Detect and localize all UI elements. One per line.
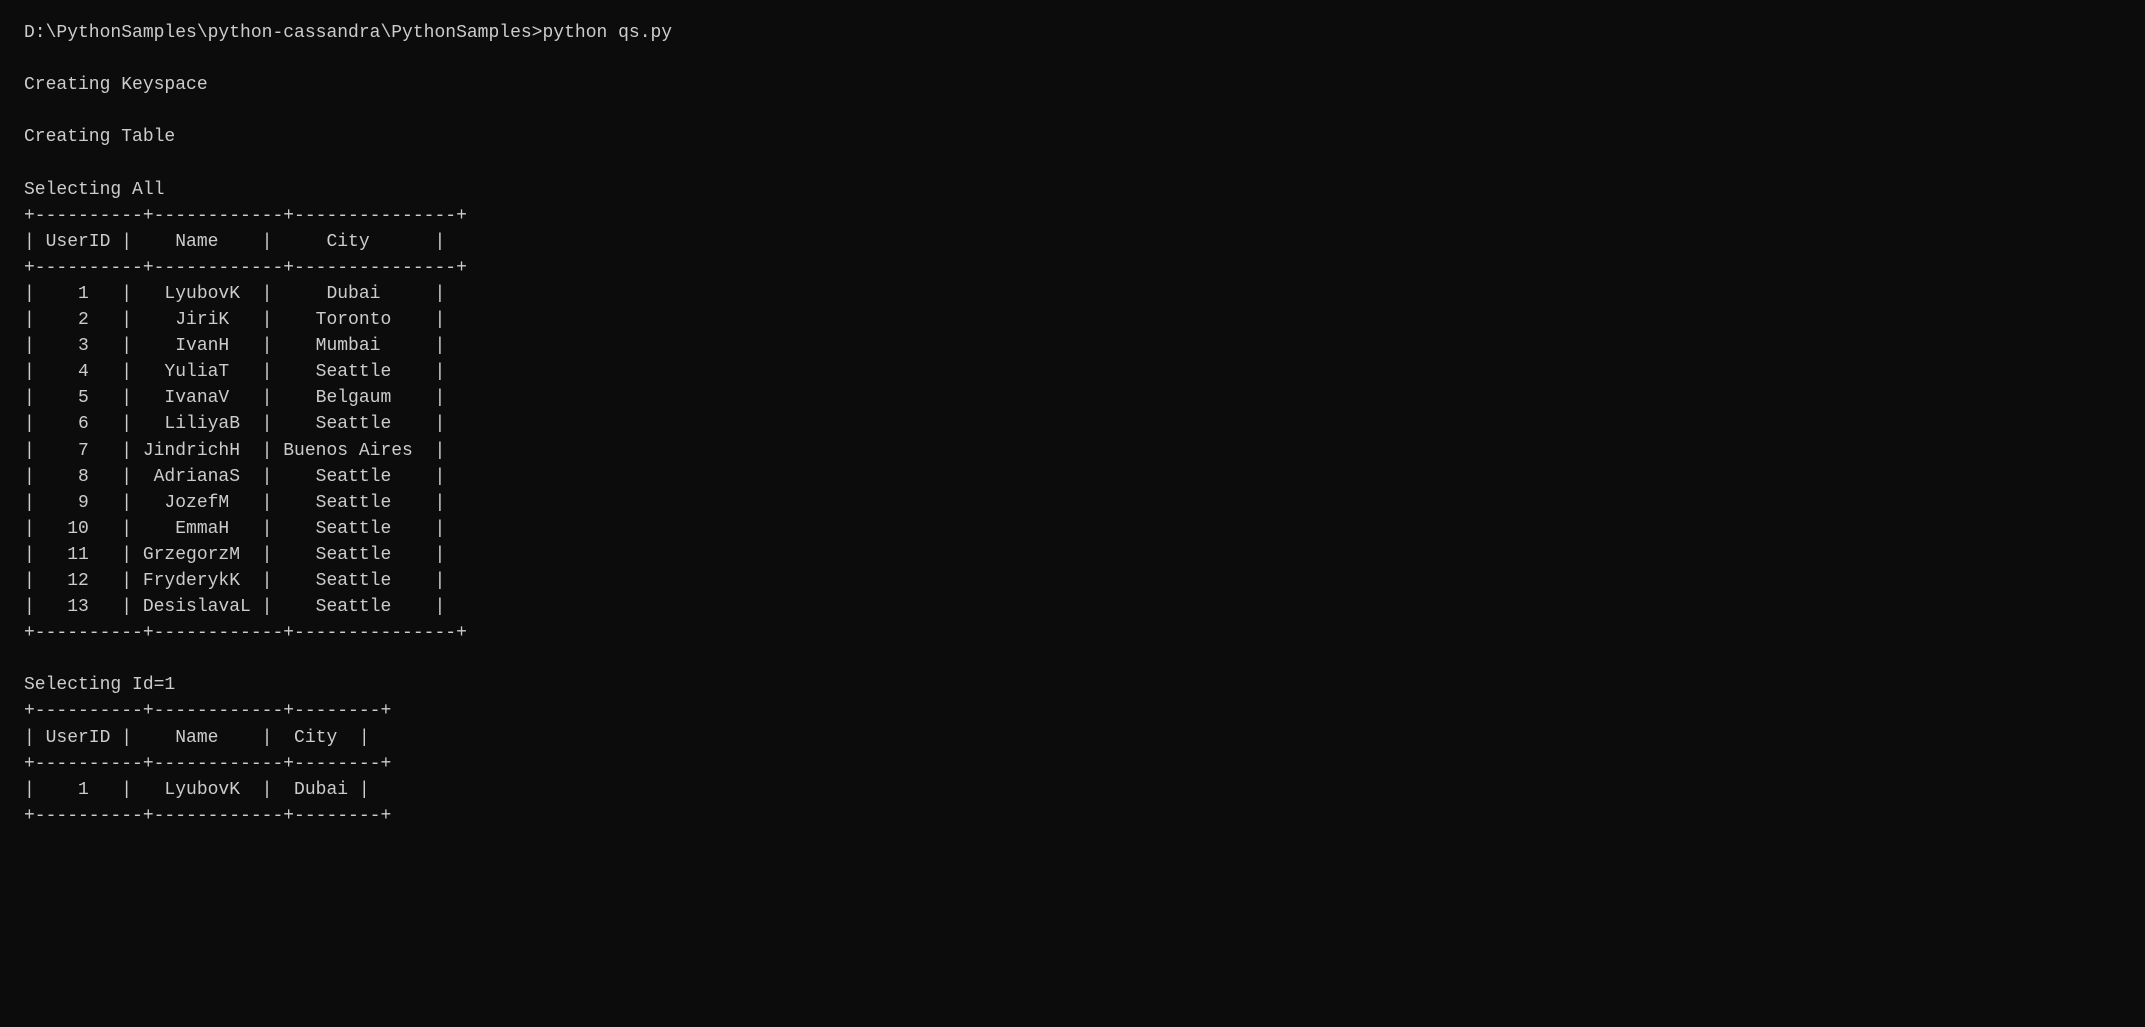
selecting-all-label: Selecting All [24,180,164,200]
command-line: D:\PythonSamples\python-cassandra\Python… [24,23,672,43]
selecting-id1-label: Selecting Id=1 [24,675,175,695]
creating-table: Creating Table [24,127,175,147]
terminal-output: D:\PythonSamples\python-cassandra\Python… [24,20,2121,829]
creating-keyspace: Creating Keyspace [24,75,208,95]
